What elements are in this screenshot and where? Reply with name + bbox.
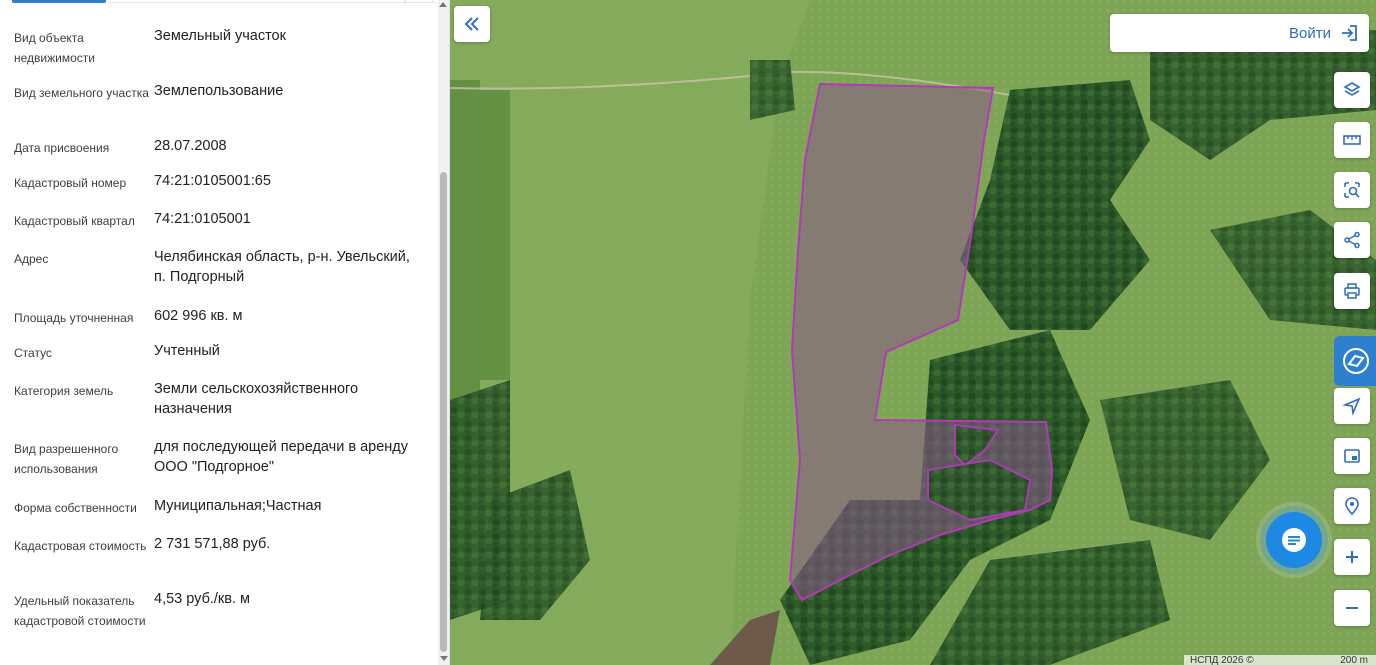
- property-row: Вид земельного участка Землепользование: [0, 81, 436, 136]
- locate-icon: [1345, 497, 1359, 516]
- property-label: Дата присвоения: [14, 141, 110, 155]
- property-value: для последующей передачи в аренду ООО "П…: [154, 439, 408, 475]
- cadastral-quarter[interactable]: 74:21:0105001: [154, 209, 422, 247]
- property-value: 2 731 571,88 руб.: [154, 536, 271, 552]
- property-label: Адрес: [14, 252, 49, 266]
- scale-label: 200 m: [1340, 655, 1368, 665]
- navigate-icon: [1342, 397, 1361, 416]
- minimap-icon: [1344, 449, 1360, 463]
- cadastral-number[interactable]: 74:21:0105001:65: [154, 171, 422, 209]
- map-view[interactable]: Войти НСПД 2026 © 200 m: [450, 0, 1376, 665]
- property-row: Вид разрешенного использования для после…: [0, 437, 436, 496]
- property-label: Кадастровый квартал: [14, 214, 135, 228]
- tab-active-indicator[interactable]: [12, 0, 106, 3]
- tab-corner-button[interactable]: [404, 0, 434, 3]
- property-label: Площадь уточненная: [14, 311, 134, 325]
- property-row: Форма собственности Муниципальная;Частна…: [0, 496, 436, 534]
- property-value: Учтенный: [154, 343, 220, 359]
- property-row: Кадастровый квартал 74:21:0105001: [0, 209, 436, 247]
- chat-icon: [1282, 528, 1306, 552]
- scroll-down-icon[interactable]: [440, 656, 448, 661]
- property-row: Кадастровая стоимость 2 731 571,88 руб.: [0, 534, 436, 589]
- property-panel: Вид объекта недвижимости Земельный участ…: [0, 0, 450, 665]
- property-value: Земельный участок: [154, 28, 286, 44]
- locate-button[interactable]: [1334, 488, 1370, 524]
- login-button[interactable]: Войти: [1110, 14, 1369, 52]
- ruler-icon: [1343, 135, 1361, 145]
- zoom-out-icon: [1346, 607, 1358, 609]
- brand-side-button[interactable]: [1334, 336, 1376, 386]
- property-row: Статус Учтенный: [0, 341, 436, 379]
- property-row: Кадастровый номер 74:21:0105001:65: [0, 171, 436, 209]
- property-value: 28.07.2008: [154, 138, 227, 154]
- login-label: Войти: [1289, 24, 1331, 42]
- property-value: Муниципальная;Частная: [154, 498, 322, 514]
- print-button[interactable]: [1334, 273, 1370, 309]
- collapse-panel-button[interactable]: [454, 6, 490, 42]
- property-value: Землепользование: [154, 83, 284, 99]
- panel-scrollbar[interactable]: [438, 0, 449, 665]
- property-label: Категория земель: [14, 384, 114, 398]
- nspd-logo-icon: [1343, 348, 1369, 374]
- share-icon: [1344, 231, 1360, 249]
- navigate-button[interactable]: [1334, 388, 1370, 424]
- print-icon: [1344, 283, 1360, 299]
- property-label: Статус: [14, 346, 52, 360]
- satellite-imagery: [450, 0, 1376, 665]
- property-row: Площадь уточненная 602 996 кв. м: [0, 306, 436, 341]
- login-icon: [1342, 25, 1357, 41]
- area-select-button[interactable]: [1334, 172, 1370, 208]
- property-label: Вид объекта недвижимости: [14, 31, 95, 65]
- property-label: Форма собственности: [14, 501, 137, 515]
- property-row: Вид объекта недвижимости Земельный участ…: [0, 26, 436, 81]
- property-value: Земли сельскохозяйственного назначения: [154, 381, 359, 417]
- attribution-text: НСПД 2026 ©: [1190, 655, 1254, 665]
- property-value: Челябинская область, р-н. Увельский, п. …: [154, 249, 410, 285]
- panel-tabs: [0, 0, 436, 6]
- chat-button[interactable]: [1266, 512, 1322, 568]
- property-row: Адрес Челябинская область, р-н. Увельски…: [0, 247, 436, 306]
- scroll-thumb[interactable]: [440, 172, 447, 652]
- property-row: Дата присвоения 28.07.2008: [0, 136, 436, 171]
- property-list: Вид объекта недвижимости Земельный участ…: [0, 26, 436, 651]
- property-value: 602 996 кв. м: [154, 308, 243, 324]
- tab-inactive[interactable]: [108, 0, 436, 3]
- property-label: Кадастровый номер: [14, 176, 127, 190]
- property-row: Категория земель Земли сельскохозяйствен…: [0, 379, 436, 437]
- share-button[interactable]: [1334, 222, 1370, 258]
- scroll-up-icon[interactable]: [439, 2, 447, 7]
- zoom-out-button[interactable]: [1334, 590, 1370, 626]
- map-attribution: НСПД 2026 © 200 m: [1184, 655, 1376, 665]
- layers-icon: [1343, 82, 1361, 96]
- area-select-icon: [1344, 182, 1360, 198]
- property-label: Вид земельного участка: [14, 86, 149, 100]
- zoom-in-button[interactable]: [1334, 539, 1370, 575]
- property-label: Вид разрешенного использования: [14, 442, 119, 476]
- property-value: 4,53 руб./кв. м: [154, 591, 250, 607]
- ruler-button[interactable]: [1334, 122, 1370, 158]
- layers-button[interactable]: [1334, 72, 1370, 108]
- property-row: Удельный показатель кадастровой стоимост…: [0, 589, 436, 651]
- double-chevron-left-icon: [464, 17, 479, 31]
- property-label: Удельный показатель кадастровой стоимост…: [14, 594, 146, 628]
- zoom-in-icon: [1346, 551, 1358, 563]
- property-label: Кадастровая стоимость: [14, 539, 147, 553]
- minimap-button[interactable]: [1334, 438, 1370, 474]
